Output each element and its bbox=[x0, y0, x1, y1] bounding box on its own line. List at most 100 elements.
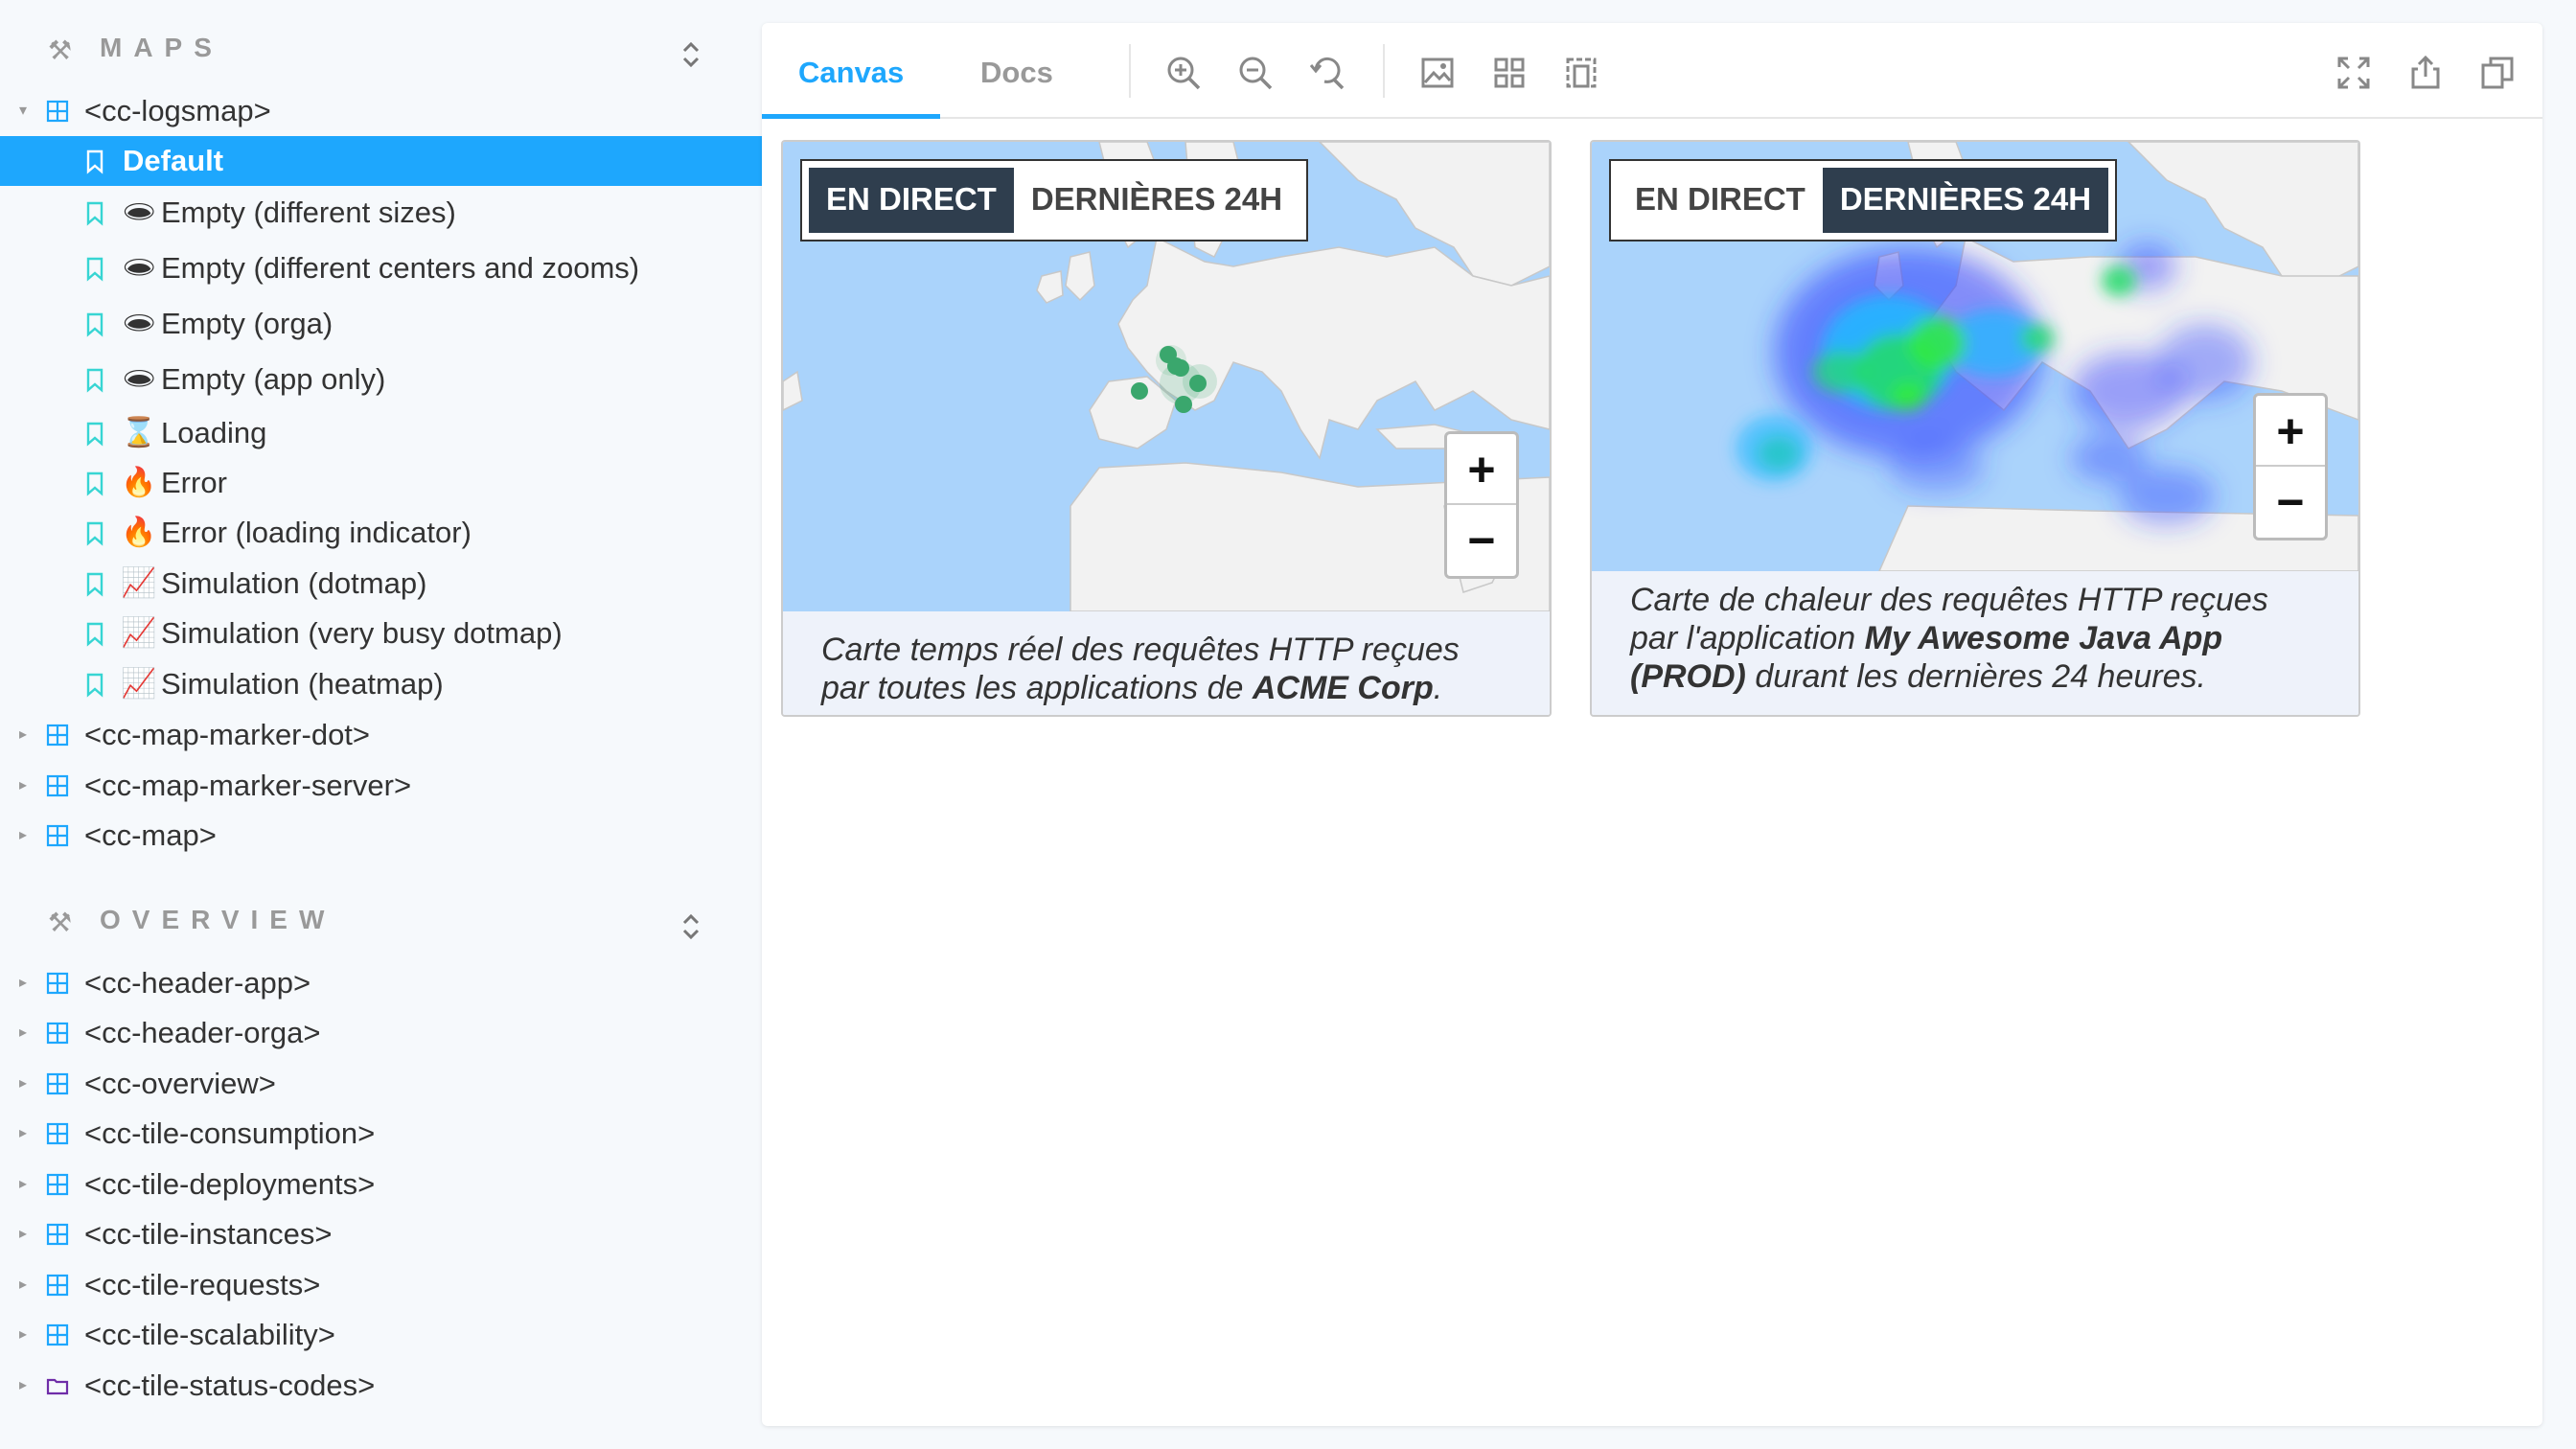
fullscreen-button[interactable] bbox=[2334, 54, 2373, 92]
caret-right-icon: ▸ bbox=[19, 777, 28, 794]
sidebar-item-component[interactable]: ▸ <cc-tile-deployments> bbox=[0, 1160, 762, 1209]
hole-icon: 🕳 bbox=[121, 363, 158, 395]
map-zoom-control: + − bbox=[2253, 393, 2328, 540]
background-button[interactable] bbox=[1418, 54, 1457, 92]
story-item[interactable]: 📈 Simulation (very busy dotmap) bbox=[0, 609, 762, 658]
component-icon bbox=[46, 774, 69, 797]
preview-panel: Canvas Docs EN DIRECT DERNIÈRES 24H + − … bbox=[762, 23, 2542, 1426]
section-title: OVERVIEW bbox=[100, 905, 336, 934]
zoom-in-button[interactable] bbox=[1164, 54, 1203, 92]
story-item[interactable]: 🕳 Empty (different centers and zooms) bbox=[0, 243, 762, 293]
mode-live-button[interactable]: EN DIRECT bbox=[1618, 168, 1823, 233]
share-button[interactable] bbox=[2406, 54, 2445, 92]
component-icon bbox=[46, 1223, 69, 1246]
fire-icon: 🔥 bbox=[121, 467, 157, 498]
traffic-dot bbox=[1131, 382, 1148, 400]
tab-canvas[interactable]: Canvas bbox=[762, 23, 941, 119]
mode-switch: EN DIRECT DERNIÈRES 24H bbox=[1608, 159, 2118, 242]
component-icon bbox=[46, 1022, 69, 1045]
sidebar-item-component[interactable]: ▸ <cc-tile-consumption> bbox=[0, 1109, 762, 1159]
caret-right-icon: ▸ bbox=[19, 1326, 28, 1343]
sidebar-item-component[interactable]: ▸ <cc-header-app> bbox=[0, 958, 762, 1008]
story-item[interactable]: 🕳 Empty (app only) bbox=[0, 355, 762, 404]
caret-right-icon: ▸ bbox=[19, 1075, 28, 1092]
expand-collapse-icon[interactable] bbox=[677, 910, 705, 943]
zoom-out-button[interactable] bbox=[1236, 54, 1275, 92]
sidebar-item-component[interactable]: ▸ <cc-tile-status-codes> bbox=[0, 1361, 762, 1411]
chart-up-icon: 📈 bbox=[121, 617, 157, 649]
copy-button[interactable] bbox=[2478, 54, 2517, 92]
sidebar: ⚒ MAPS ▾ <cc-logsmap> Default 🕳 Empty (d… bbox=[0, 0, 762, 1449]
map-zoom-in-button[interactable]: + bbox=[2256, 396, 2325, 467]
story-item[interactable]: 📈 Simulation (dotmap) bbox=[0, 559, 762, 609]
bookmark-icon bbox=[86, 201, 104, 226]
sidebar-item-component[interactable]: ▸ <cc-header-orga> bbox=[0, 1008, 762, 1058]
grid-button[interactable] bbox=[1490, 54, 1529, 92]
mode-24h-button[interactable]: DERNIÈRES 24H bbox=[1822, 168, 2109, 233]
tools-icon: ⚒ bbox=[48, 908, 73, 937]
component-icon bbox=[46, 1072, 69, 1095]
reset-zoom-button[interactable] bbox=[1308, 54, 1346, 92]
caret-right-icon: ▸ bbox=[19, 1226, 28, 1242]
hole-icon: 🕳 bbox=[121, 196, 158, 228]
story-item[interactable]: 🔥 Error (loading indicator) bbox=[0, 508, 762, 558]
expand-collapse-icon[interactable] bbox=[677, 38, 705, 71]
mode-switch: EN DIRECT DERNIÈRES 24H bbox=[799, 159, 1309, 242]
map-zoom-out-button[interactable]: − bbox=[2256, 467, 2325, 538]
tab-docs[interactable]: Docs bbox=[944, 23, 1090, 119]
sidebar-item-component[interactable]: ▸ <cc-map> bbox=[0, 811, 762, 861]
map-zoom-out-button[interactable]: − bbox=[1447, 505, 1516, 576]
story-item-default[interactable]: Default bbox=[0, 136, 762, 186]
sidebar-item-component[interactable]: ▸ <cc-tile-scalability> bbox=[0, 1310, 762, 1360]
toolbar: Canvas Docs bbox=[762, 23, 2542, 119]
sidebar-item-cc-logsmap[interactable]: ▾ <cc-logsmap> bbox=[0, 86, 762, 136]
sidebar-item-component[interactable]: ▸ <cc-overview> bbox=[0, 1059, 762, 1109]
chart-up-icon: 📈 bbox=[121, 567, 157, 599]
component-icon bbox=[46, 724, 69, 747]
caret-right-icon: ▸ bbox=[19, 1276, 28, 1293]
caret-right-icon: ▸ bbox=[19, 975, 28, 991]
bookmark-icon bbox=[86, 422, 104, 447]
bookmark-icon bbox=[86, 572, 104, 597]
component-icon bbox=[46, 824, 69, 847]
sidebar-item-component[interactable]: ▸ <cc-map-marker-server> bbox=[0, 761, 762, 811]
logsmap-card-heatmap: EN DIRECT DERNIÈRES 24H + − Carte de cha… bbox=[1590, 140, 2360, 717]
fullscreen-icon bbox=[2337, 57, 2370, 89]
outline-button[interactable] bbox=[1562, 54, 1600, 92]
map-caption: Carte de chaleur des requêtes HTTP reçue… bbox=[1592, 571, 2358, 715]
component-icon bbox=[46, 1122, 69, 1145]
bookmark-icon bbox=[86, 673, 104, 698]
background-icon bbox=[1421, 58, 1454, 88]
bookmark-icon bbox=[86, 150, 104, 174]
mode-live-button[interactable]: EN DIRECT bbox=[809, 168, 1014, 233]
mode-24h-button[interactable]: DERNIÈRES 24H bbox=[1014, 168, 1300, 233]
copy-icon bbox=[2481, 57, 2514, 89]
bookmark-icon bbox=[86, 521, 104, 546]
logsmap-card-live: EN DIRECT DERNIÈRES 24H + − Carte temps … bbox=[781, 140, 1552, 717]
bookmark-icon bbox=[86, 312, 104, 337]
caret-right-icon: ▸ bbox=[19, 1176, 28, 1192]
reset-zoom-icon bbox=[1309, 57, 1345, 90]
story-item[interactable]: 🔥 Error bbox=[0, 458, 762, 508]
sidebar-item-component[interactable]: ▸ <cc-tile-requests> bbox=[0, 1260, 762, 1310]
map-zoom-control: + − bbox=[1444, 431, 1519, 579]
story-item[interactable]: 🕳 Empty (orga) bbox=[0, 299, 762, 349]
story-item[interactable]: ⌛ Loading bbox=[0, 408, 762, 458]
component-icon bbox=[46, 1323, 69, 1346]
story-item[interactable]: 📈 Simulation (heatmap) bbox=[0, 659, 762, 709]
section-header-maps[interactable]: ⚒ MAPS bbox=[0, 17, 762, 84]
component-icon bbox=[46, 1274, 69, 1297]
story-item[interactable]: 🕳 Empty (different sizes) bbox=[0, 188, 762, 238]
toolbar-divider bbox=[1129, 44, 1131, 98]
grid-icon bbox=[1494, 58, 1525, 88]
bookmark-icon bbox=[86, 472, 104, 496]
bookmark-icon bbox=[86, 368, 104, 393]
caret-right-icon: ▸ bbox=[19, 1125, 28, 1141]
sidebar-item-component[interactable]: ▸ <cc-tile-instances> bbox=[0, 1209, 762, 1259]
sidebar-item-component[interactable]: ▸ <cc-map-marker-dot> bbox=[0, 710, 762, 760]
map-zoom-in-button[interactable]: + bbox=[1447, 434, 1516, 505]
caret-right-icon: ▸ bbox=[19, 1024, 28, 1041]
section-header-overview[interactable]: ⚒ OVERVIEW bbox=[0, 889, 762, 956]
hourglass-icon: ⌛ bbox=[121, 417, 157, 448]
component-icon bbox=[46, 1173, 69, 1196]
